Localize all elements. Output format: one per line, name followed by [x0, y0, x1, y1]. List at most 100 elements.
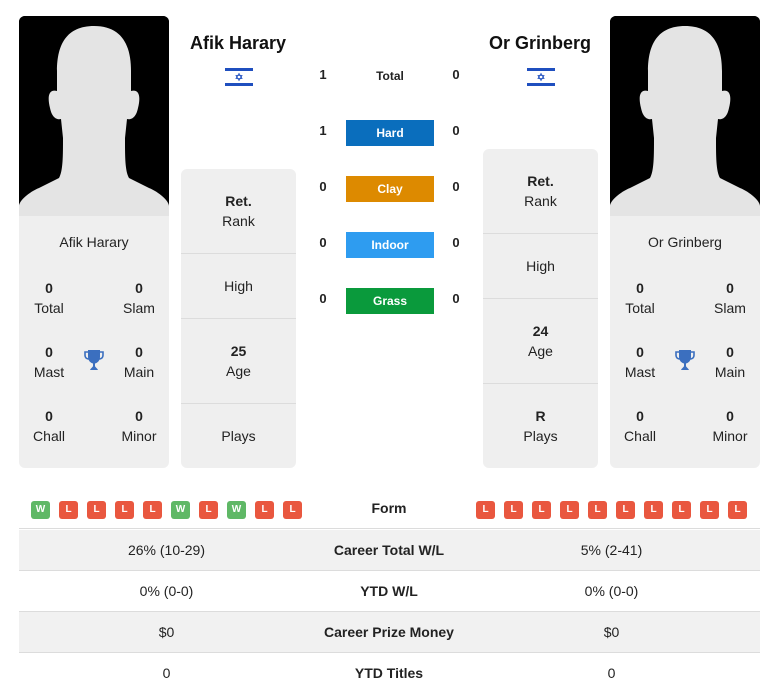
stat-left-value: 26% (10-29): [127, 542, 206, 558]
form-loss-badge[interactable]: L: [532, 501, 551, 519]
trophy-icon: [84, 350, 104, 370]
form-loss-badge[interactable]: L: [283, 501, 302, 519]
stat-row-prize-money: $0 Career Prize Money $0: [19, 612, 760, 653]
titles-main-value: 0: [135, 344, 143, 360]
trophy-icon: [675, 350, 695, 370]
h2h-indoor-right: 0: [452, 235, 460, 250]
form-loss-badge[interactable]: L: [143, 501, 162, 519]
form-loss-badge[interactable]: L: [255, 501, 274, 519]
titles-total: 0 Total: [19, 278, 79, 318]
info-plays-value: R: [535, 408, 546, 424]
titles-mast: 0 Mast: [19, 342, 79, 382]
player-card-left: Afik Harary 0 Total 0 Slam 0 Mast 0 Main…: [19, 16, 169, 468]
player-name-left[interactable]: Afik Harary: [178, 33, 298, 54]
form-win-badge[interactable]: W: [171, 501, 190, 519]
player-name-right[interactable]: Or Grinberg: [480, 33, 600, 54]
israel-flag-icon: [225, 67, 253, 87]
surface-grass-badge[interactable]: Grass: [346, 288, 434, 314]
surface-indoor-badge[interactable]: Indoor: [346, 232, 434, 258]
titles-chall: 0 Chall: [19, 406, 79, 446]
form-loss-badge[interactable]: L: [644, 501, 663, 519]
titles-chall-label: Chall: [33, 428, 65, 444]
titles-total-label: Total: [34, 300, 64, 316]
form-win-badge[interactable]: W: [227, 501, 246, 519]
titles-minor-label: Minor: [121, 428, 157, 444]
titles-minor: 0 Minor: [700, 406, 760, 446]
stat-right-value: 0% (0-0): [584, 583, 639, 599]
stat-label: YTD Titles: [354, 665, 424, 681]
form-loss-badge[interactable]: L: [616, 501, 635, 519]
form-loss-badge[interactable]: L: [700, 501, 719, 519]
player-card-name: Or Grinberg: [648, 234, 722, 250]
info-rank-label: Rank: [524, 193, 557, 209]
h2h-indoor-left: 0: [319, 235, 327, 250]
player-card-right: Or Grinberg 0 Total 0 Slam 0 Mast 0 Main…: [610, 16, 760, 468]
h2h-grass-right: 0: [452, 291, 460, 306]
titles-slam-value: 0: [726, 280, 734, 296]
info-rank-value: Ret.: [225, 193, 252, 209]
form-loss-badge[interactable]: L: [504, 501, 523, 519]
titles-main-value: 0: [726, 344, 734, 360]
titles-slam: 0 Slam: [700, 278, 760, 318]
stat-left-value: $0: [158, 624, 175, 640]
form-label: Form: [371, 500, 407, 516]
info-plays: R Plays: [483, 383, 598, 468]
info-age-label: Age: [226, 363, 251, 379]
stat-right-value: $0: [603, 624, 620, 640]
info-rank-label: Rank: [222, 213, 255, 229]
h2h-total-left: 1: [319, 67, 327, 82]
titles-chall-value: 0: [45, 408, 53, 424]
surface-hard-badge[interactable]: Hard: [346, 120, 434, 146]
form-loss-badge[interactable]: L: [728, 501, 747, 519]
info-rank-value: Ret.: [527, 173, 554, 189]
form-loss-badge[interactable]: L: [476, 501, 495, 519]
israel-flag-icon: [527, 67, 555, 87]
form-loss-badge[interactable]: L: [87, 501, 106, 519]
form-loss-badge[interactable]: L: [588, 501, 607, 519]
surface-clay-badge[interactable]: Clay: [346, 176, 434, 202]
form-loss-badge[interactable]: L: [59, 501, 78, 519]
form-loss-badge[interactable]: L: [672, 501, 691, 519]
titles-slam-label: Slam: [123, 300, 155, 316]
stat-label: Career Prize Money: [324, 624, 454, 640]
info-age: 25 Age: [181, 318, 296, 403]
titles-chall-value: 0: [636, 408, 644, 424]
stat-label: YTD W/L: [360, 583, 418, 599]
h2h-clay-right: 0: [452, 179, 460, 194]
info-age-value: 24: [532, 323, 549, 339]
stat-row-career-wl: 26% (10-29) Career Total W/L 5% (2-41): [19, 530, 760, 571]
info-plays-label: Plays: [523, 428, 558, 444]
info-age-label: Age: [528, 343, 553, 359]
titles-main-label: Main: [714, 364, 746, 380]
form-loss-badge[interactable]: L: [560, 501, 579, 519]
stat-label: Career Total W/L: [333, 542, 445, 558]
stat-row-ytd-wl: 0% (0-0) YTD W/L 0% (0-0): [19, 571, 760, 612]
h2h-total-right: 0: [452, 67, 460, 82]
form-loss-badge[interactable]: L: [115, 501, 134, 519]
info-plays-label: Plays: [221, 428, 256, 444]
form-loss-badge[interactable]: L: [199, 501, 218, 519]
h2h-hard-left: 1: [319, 123, 327, 138]
info-high-label: High: [526, 258, 555, 274]
stat-right-value: 0: [607, 665, 616, 681]
player-photo-right: [610, 16, 760, 216]
titles-mast-value: 0: [636, 344, 644, 360]
form-row: WLLLLWLWLL Form LLLLLLLLLL: [19, 490, 760, 529]
titles-mast: 0 Mast: [610, 342, 670, 382]
titles-minor-value: 0: [135, 408, 143, 424]
h2h-clay-left: 0: [319, 179, 327, 194]
titles-chall-label: Chall: [624, 428, 656, 444]
titles-main-label: Main: [123, 364, 155, 380]
h2h-grass-left: 0: [319, 291, 327, 306]
titles-minor-value: 0: [726, 408, 734, 424]
titles-slam-value: 0: [135, 280, 143, 296]
titles-minor: 0 Minor: [109, 406, 169, 446]
titles-total-value: 0: [636, 280, 644, 296]
form-win-badge[interactable]: W: [31, 501, 50, 519]
titles-mast-value: 0: [45, 344, 53, 360]
titles-slam: 0 Slam: [109, 278, 169, 318]
titles-mast-label: Mast: [624, 364, 656, 380]
titles-main: 0 Main: [109, 342, 169, 382]
stat-left-value: 0% (0-0): [139, 583, 194, 599]
titles-minor-label: Minor: [712, 428, 748, 444]
